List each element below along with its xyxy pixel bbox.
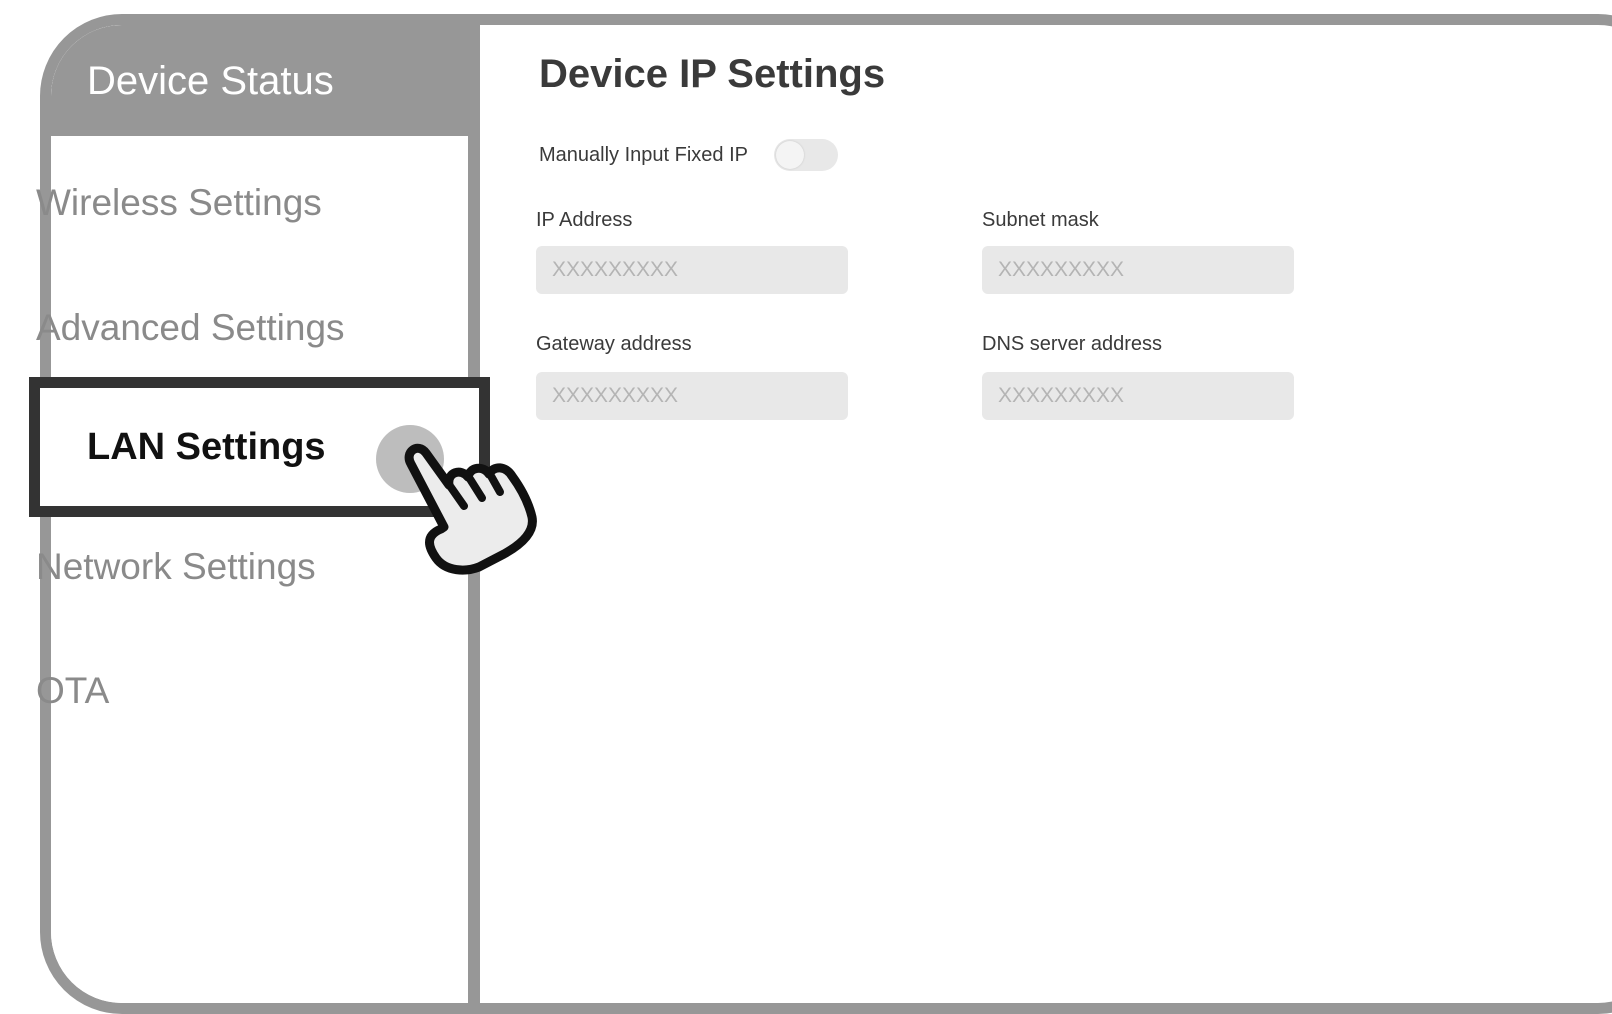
subnet-mask-label: Subnet mask	[982, 209, 1099, 232]
fixed-ip-toggle-label: Manually Input Fixed IP	[539, 144, 748, 167]
toggle-knob	[776, 141, 804, 169]
ip-address-label: IP Address	[536, 209, 632, 232]
sidebar-item-wireless-settings[interactable]: Wireless Settings	[36, 182, 322, 224]
gateway-address-input[interactable]	[536, 372, 848, 420]
subnet-mask-input[interactable]	[982, 246, 1294, 294]
gateway-address-label: Gateway address	[536, 333, 692, 356]
sidebar-item-network-settings[interactable]: Network Settings	[36, 546, 316, 588]
sidebar-item-ota[interactable]: OTA	[36, 670, 109, 712]
page-title: Device IP Settings	[539, 52, 885, 97]
ip-address-input[interactable]	[536, 246, 848, 294]
dns-server-address-input[interactable]	[982, 372, 1294, 420]
dns-server-address-label: DNS server address	[982, 333, 1162, 356]
sidebar-item-lan-settings[interactable]: LAN Settings	[87, 426, 326, 469]
fixed-ip-toggle[interactable]	[774, 139, 838, 171]
sidebar-item-advanced-settings[interactable]: Advanced Settings	[36, 307, 345, 349]
pointing-hand-icon	[384, 432, 544, 582]
main-panel: Wireless Settings Advanced Settings Netw…	[0, 0, 1612, 961]
